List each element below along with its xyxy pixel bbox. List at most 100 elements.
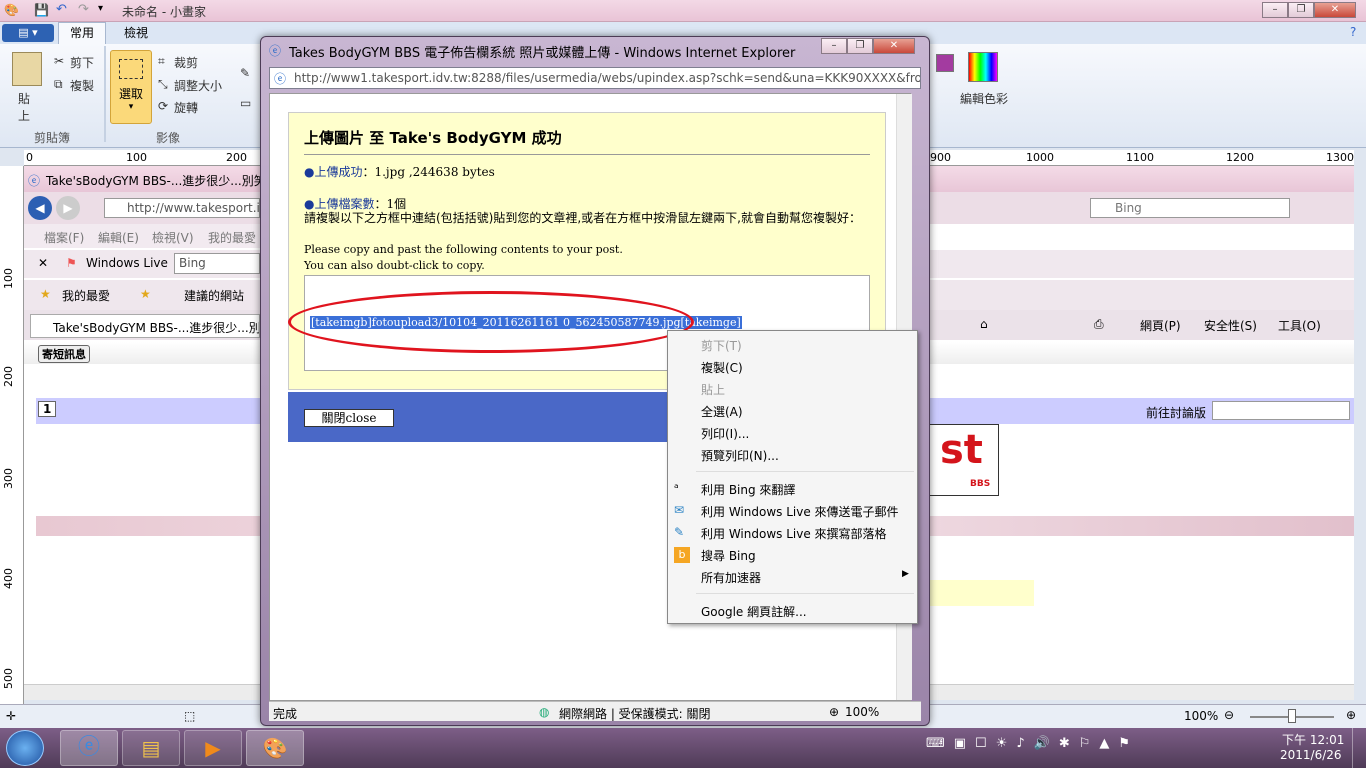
zoom-level: 100% [1184,709,1219,723]
menu-item-paste[interactable]: 貼上 [701,381,725,398]
menu-item-email[interactable]: 利用 Windows Live 來傳送電子郵件 [701,503,899,520]
menu-file[interactable]: 檔案(F) [44,229,84,246]
zoom-in-icon[interactable]: ⊕ [1346,708,1356,722]
edit-colors-button[interactable]: 編輯色彩 [960,90,1008,107]
eraser-icon[interactable]: ▭ [240,96,251,110]
instructions-zh: 請複製以下之方框中連結(包括括號)貼到您的文章裡,或者在方框中按滑鼠左鍵兩下,就… [304,211,861,225]
add-favorite-icon[interactable]: ★ [140,287,151,301]
bing-icon: b [674,547,690,563]
clock-date[interactable]: 2011/6/26 [1280,748,1342,762]
bg-address-bar[interactable]: http://www.takesport.id [104,198,260,218]
upload-success-label: ●上傳成功 [304,165,363,179]
save-icon[interactable]: 💾 [34,3,49,17]
taskbar-paint[interactable]: 🎨 [246,730,304,766]
windows-live-label[interactable]: Windows Live [86,256,168,270]
menu-item-blog[interactable]: 利用 Windows Live 來撰寫部落格 [701,525,887,542]
bg-ie-tab[interactable]: Take'sBodyGYM BBS-...進步很少...別笑 [30,314,260,338]
menu-safety[interactable]: 安全性(S) [1204,317,1257,334]
zoom-slider-thumb[interactable] [1288,709,1296,723]
close-popup-button[interactable]: 關閉close [304,409,394,427]
favorites-button[interactable]: 我的最愛 [62,287,110,304]
send-message-button[interactable]: 寄短訊息 [38,345,90,363]
home-icon[interactable]: ⌂ [980,317,988,331]
upload-count-label: ●上傳檔案數 [304,197,375,211]
start-button[interactable] [6,730,44,766]
upload-success-value: ：1.jpg ,244638 bytes [362,165,495,179]
close-button[interactable]: ✕ [873,38,915,54]
menu-item-translate[interactable]: 利用 Bing 來翻譯 [701,481,795,498]
taskbar-media-player[interactable]: ▶ [184,730,242,766]
ruler-tick-label: 1000 [1026,151,1054,164]
redo-icon[interactable]: ↷ [78,2,89,17]
color-swatch[interactable] [936,54,954,72]
crop-icon: ⌗ [158,54,165,68]
maximize-button[interactable]: ❐ [847,38,873,54]
minimize-button[interactable]: – [821,38,847,54]
menu-item-accelerators[interactable]: 所有加速器 [701,569,761,586]
menu-item-print[interactable]: 列印(I)... [701,425,749,442]
menu-item-copy[interactable]: 複製(C) [701,359,743,376]
quick-access-dropdown-icon[interactable]: ▾ [98,3,103,14]
page-number[interactable]: 1 [38,401,57,417]
live-search-input[interactable]: Bing [174,253,260,274]
paint-app-icon[interactable]: 🎨 [4,3,19,17]
back-icon[interactable]: ◀ [28,196,52,220]
popup-address-bar[interactable]: ⓔ http://www1.takesport.idv.tw:8288/file… [269,67,921,89]
tab-home[interactable]: 常用 [58,22,106,44]
menu-item-google[interactable]: Google 網頁註解... [701,603,807,620]
minimize-button[interactable]: – [1262,2,1288,18]
bg-search-box[interactable]: Bing [1090,198,1290,218]
taskbar-explorer[interactable]: ▤ [122,730,180,766]
copy-button[interactable]: 複製 [70,77,94,94]
popup-status-bar: 完成 ◍ 網際網路 | 受保護模式: 關閉 ⊕ 100% [269,701,921,721]
resize-button[interactable]: 調整大小 [174,77,222,94]
tab-view[interactable]: 檢視 [112,22,160,44]
print-icon[interactable]: ⎙ [1094,317,1104,332]
windows-flag-icon: ⚑ [66,256,77,270]
goto-forum-select[interactable] [1212,401,1350,420]
cut-icon[interactable]: ✂ [54,54,64,68]
upload-count-value: ：1個 [374,197,407,211]
media-player-icon: ▶ [205,736,221,760]
edit-colors-icon[interactable] [968,52,998,82]
heading-divider [304,154,870,155]
close-icon[interactable]: ✕ [38,256,48,270]
resize-icon: ⤡ [158,77,168,91]
instructions-en-1: Please copy and past the following conte… [304,243,623,256]
forward-icon[interactable]: ▶ [56,196,80,220]
menu-item-select-all[interactable]: 全選(A) [701,403,743,420]
menu-item-print-preview[interactable]: 預覽列印(N)... [701,447,779,464]
paint-menu-button[interactable]: ▤ ▾ [2,24,54,42]
maximize-button[interactable]: ❐ [1288,2,1314,18]
instructions-en-2: You can also doubt-click to copy. [304,259,485,272]
globe-icon: ◍ [539,705,550,719]
copy-icon[interactable]: ⧉ [54,77,63,92]
close-button[interactable]: ✕ [1314,2,1356,18]
paste-icon[interactable] [12,52,42,86]
menu-tools[interactable]: 工具(O) [1278,317,1321,334]
popup-title: Takes BodyGYM BBS 電子佈告欄系統 照片或媒體上傳 - Wind… [289,46,796,61]
pencil-icon[interactable]: ✎ [240,66,250,80]
menu-item-search-bing[interactable]: 搜尋 Bing [701,547,756,564]
suggested-sites[interactable]: 建議的網站 [184,287,244,304]
taskbar-ie[interactable]: ⓔ [60,730,118,766]
zoom-out-icon[interactable]: ⊖ [1224,708,1234,722]
clock-time[interactable]: 下午 12:01 [1282,731,1344,748]
undo-icon[interactable]: ↶ [56,2,67,17]
system-tray-icons[interactable]: ⌨▣☐☀♪🔊✱⚐▲⚑ [926,736,1266,758]
menu-view[interactable]: 檢視(V) [152,229,194,246]
show-desktop-button[interactable] [1352,728,1366,768]
cut-button[interactable]: 剪下 [70,54,94,71]
menu-edit[interactable]: 編輯(E) [98,229,139,246]
crop-button[interactable]: 裁剪 [174,54,198,71]
popup-url: http://www1.takesport.idv.tw:8288/files/… [294,71,921,85]
zoom-icon[interactable]: ⊕ [829,705,839,719]
help-icon[interactable]: ? [1350,25,1356,39]
status-zoom[interactable]: 100% [845,705,879,719]
paste-button[interactable]: 貼上 [18,90,38,124]
menu-item-cut[interactable]: 剪下(T) [701,337,742,354]
menu-favorites[interactable]: 我的最愛 [208,229,256,246]
rotate-button[interactable]: 旋轉 [174,99,198,116]
menu-page[interactable]: 網頁(P) [1140,317,1181,334]
select-button[interactable]: 選取 ▾ [110,50,152,124]
